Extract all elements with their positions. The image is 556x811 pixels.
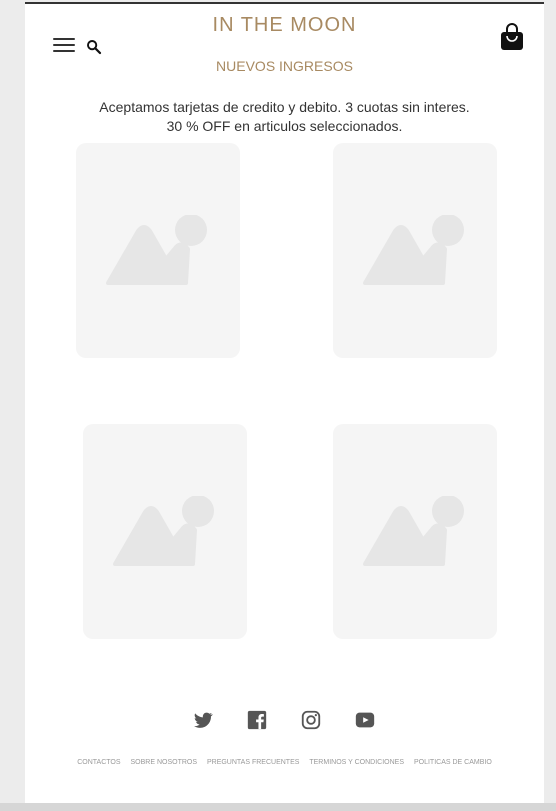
search-icon[interactable] (85, 38, 103, 56)
image-placeholder-icon (106, 215, 207, 285)
facebook-icon[interactable] (246, 709, 268, 731)
promo-banner: Aceptamos tarjetas de credito y debito. … (25, 98, 544, 136)
shopping-bag-icon[interactable] (499, 23, 525, 51)
promo-line-2: 30 % OFF en articulos seleccionados. (166, 118, 403, 134)
image-placeholder-icon (113, 496, 214, 566)
product-card[interactable] (333, 143, 497, 358)
brand-logo[interactable]: IN THE MOON (25, 14, 544, 37)
twitter-icon[interactable] (192, 709, 214, 731)
footer-link-politicas[interactable]: POLITICAS DE CAMBIO (414, 759, 492, 766)
footer-link-contactos[interactable]: CONTACTOS (77, 759, 120, 766)
image-placeholder-icon (363, 215, 464, 285)
image-placeholder-icon (363, 496, 464, 566)
page-container: IN THE MOON NUEVOS INGRESOS Aceptamos ta… (25, 2, 544, 805)
product-card[interactable] (83, 424, 247, 639)
promo-line-1: Aceptamos tarjetas de credito y debito. … (99, 99, 470, 115)
product-card[interactable] (76, 143, 240, 358)
hamburger-menu-icon[interactable] (53, 38, 75, 56)
instagram-icon[interactable] (300, 709, 322, 731)
footer-link-preguntas-frecuentes[interactable]: PREGUNTAS FRECUENTES (207, 759, 299, 766)
footer-links: CONTACTOS SOBRE NOSOTROS PREGUNTAS FRECU… (25, 759, 544, 766)
youtube-icon[interactable] (354, 709, 376, 731)
window-bottom-bar (0, 803, 556, 811)
footer-link-sobre-nosotros[interactable]: SOBRE NOSOTROS (131, 759, 198, 766)
footer-link-terminos[interactable]: TERMINOS Y CONDICIONES (309, 759, 404, 766)
nav-new-arrivals[interactable]: NUEVOS INGRESOS (25, 58, 544, 74)
product-card[interactable] (333, 424, 497, 639)
